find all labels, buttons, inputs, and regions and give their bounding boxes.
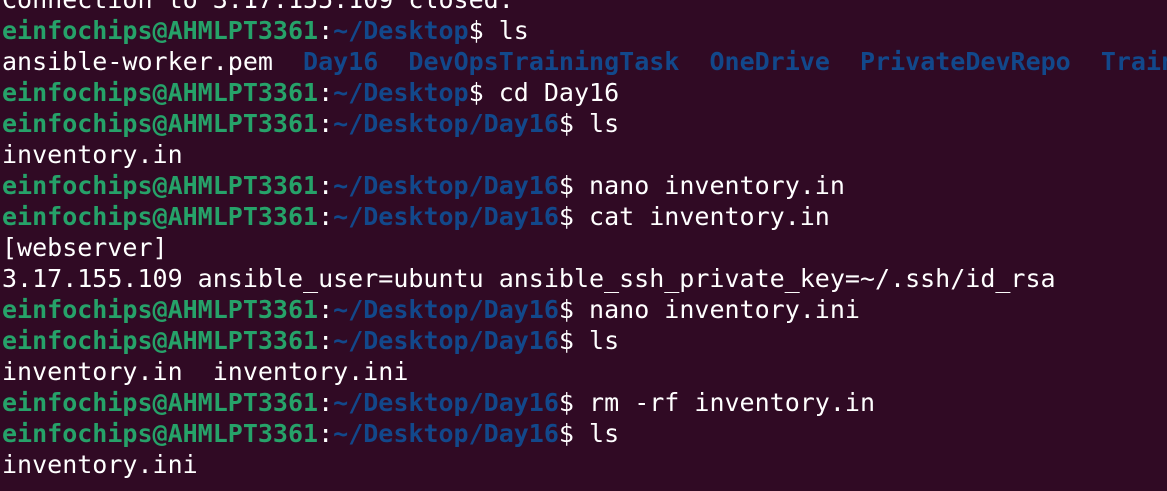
- prompt-symbol: $: [558, 326, 574, 355]
- output-line: inventory.in: [2, 139, 1167, 170]
- terminal-window[interactable]: Connection to 3.17.155.109 closed.einfoc…: [0, 0, 1167, 491]
- prompt-symbol: $: [558, 295, 574, 324]
- output-text: inventory.in: [2, 140, 183, 169]
- output-text: inventory.in inventory.ini: [2, 357, 409, 386]
- prompt-symbol: $: [558, 202, 574, 231]
- prompt-line: einfochips@AHMLPT3361:~/Desktop/Day16$ l…: [2, 325, 1167, 356]
- prompt-user-host: einfochips@AHMLPT3361: [2, 202, 319, 231]
- ls-listing-line: ansible-worker.pem Day16 DevOpsTrainingT…: [2, 46, 1167, 77]
- prompt-symbol: $: [468, 78, 484, 107]
- prompt-separator: :: [318, 295, 334, 324]
- prompt-symbol: $: [558, 419, 574, 448]
- prompt-path: ~/Desktop: [333, 16, 469, 45]
- output-line: [webserver]: [2, 232, 1167, 263]
- prompt-line: einfochips@AHMLPT3361:~/Desktop$ ls: [2, 15, 1167, 46]
- prompt-symbol: $: [558, 109, 574, 138]
- command-text: ls: [573, 326, 620, 355]
- command-text: ls: [573, 109, 620, 138]
- output-line: inventory.in inventory.ini: [2, 356, 1167, 387]
- prompt-separator: :: [318, 109, 334, 138]
- prompt-line: einfochips@AHMLPT3361:~/Desktop/Day16$ c…: [2, 201, 1167, 232]
- prompt-line: einfochips@AHMLPT3361:~/Desktop/Day16$ n…: [2, 294, 1167, 325]
- directory-entry: Day16: [303, 47, 379, 76]
- prompt-user-host: einfochips@AHMLPT3361: [2, 295, 319, 324]
- directory-entry: Train: [1100, 47, 1167, 76]
- output-text: inventory.ini: [2, 450, 198, 479]
- prompt-path: ~/Desktop: [333, 78, 469, 107]
- prompt-path: ~/Desktop/Day16: [333, 295, 559, 324]
- prompt-symbol: $: [558, 388, 574, 417]
- prompt-path: ~/Desktop/Day16: [333, 171, 559, 200]
- command-text: cat inventory.in: [573, 202, 830, 231]
- directory-entry: PrivateDevRepo: [860, 47, 1071, 76]
- command-text: nano inventory.in: [573, 171, 845, 200]
- prompt-user-host: einfochips@AHMLPT3361: [2, 16, 319, 45]
- prompt-user-host: einfochips@AHMLPT3361: [2, 109, 319, 138]
- command-text: ls: [483, 16, 529, 45]
- prompt-line: einfochips@AHMLPT3361:~/Desktop/Day16$ l…: [2, 418, 1167, 449]
- prompt-line: einfochips@AHMLPT3361:~/Desktop/Day16$ l…: [2, 108, 1167, 139]
- prompt-path: ~/Desktop/Day16: [333, 388, 559, 417]
- command-text: ls: [573, 419, 620, 448]
- output-text: [webserver]: [2, 233, 168, 262]
- directory-entry: DevOpsTrainingTask: [408, 47, 680, 76]
- prompt-line: einfochips@AHMLPT3361:~/Desktop$ cd Day1…: [2, 77, 1167, 108]
- output-line: inventory.ini: [2, 449, 1167, 480]
- prompt-separator: :: [318, 171, 334, 200]
- prompt-user-host: einfochips@AHMLPT3361: [2, 171, 319, 200]
- prompt-symbol: $: [558, 171, 574, 200]
- prompt-user-host: einfochips@AHMLPT3361: [2, 388, 319, 417]
- output-line: 3.17.155.109 ansible_user=ubuntu ansible…: [2, 263, 1167, 294]
- prompt-separator: :: [318, 78, 334, 107]
- prompt-separator: :: [318, 419, 334, 448]
- prompt-separator: :: [318, 326, 334, 355]
- file-entry: ansible-worker.pem: [2, 47, 273, 76]
- command-text: rm -rf inventory.in: [573, 388, 876, 417]
- prompt-user-host: einfochips@AHMLPT3361: [2, 78, 319, 107]
- output-text: Connection to 3.17.155.109 closed.: [2, 0, 514, 14]
- prompt-separator: :: [318, 16, 334, 45]
- output-text: 3.17.155.109 ansible_user=ubuntu ansible…: [2, 264, 1056, 293]
- prompt-symbol: $: [468, 16, 484, 45]
- prompt-path: ~/Desktop/Day16: [333, 326, 559, 355]
- prompt-line: einfochips@AHMLPT3361:~/Desktop/Day16$ n…: [2, 170, 1167, 201]
- prompt-user-host: einfochips@AHMLPT3361: [2, 326, 319, 355]
- prompt-path: ~/Desktop/Day16: [333, 419, 559, 448]
- prompt-separator: :: [318, 388, 334, 417]
- command-text: nano inventory.ini: [573, 295, 860, 324]
- terminal-output: Connection to 3.17.155.109 closed.einfoc…: [2, 0, 1167, 480]
- output-line: Connection to 3.17.155.109 closed.: [2, 0, 1167, 15]
- command-text: cd Day16: [483, 78, 620, 107]
- directory-entry: OneDrive: [709, 47, 830, 76]
- prompt-separator: :: [318, 202, 334, 231]
- prompt-user-host: einfochips@AHMLPT3361: [2, 419, 319, 448]
- prompt-line: einfochips@AHMLPT3361:~/Desktop/Day16$ r…: [2, 387, 1167, 418]
- prompt-path: ~/Desktop/Day16: [333, 109, 559, 138]
- prompt-path: ~/Desktop/Day16: [333, 202, 559, 231]
